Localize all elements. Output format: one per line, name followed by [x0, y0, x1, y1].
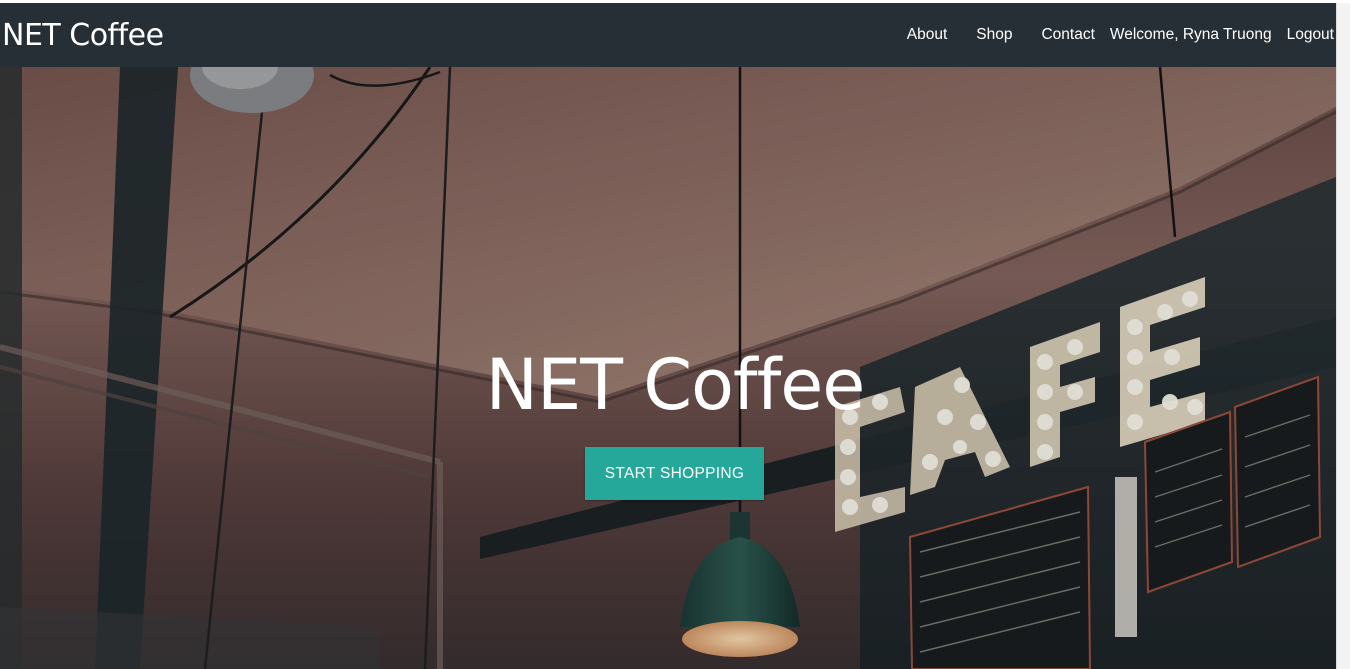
nav-link-welcome-user[interactable]: Welcome, Ryna Truong: [1110, 3, 1272, 67]
nav-link-shop[interactable]: Shop: [976, 3, 1012, 67]
start-shopping-button[interactable]: START SHOPPING: [585, 447, 764, 500]
nav-link-about[interactable]: About: [907, 3, 948, 67]
page: NET Coffee About Shop Contact Welcome, R…: [0, 0, 1350, 669]
navbar: NET Coffee About Shop Contact Welcome, R…: [0, 3, 1336, 67]
nav-link-logout[interactable]: Logout: [1287, 3, 1334, 67]
nav-links: About Shop Contact Welcome, Ryna Truong …: [907, 3, 1334, 67]
brand-logo-link[interactable]: NET Coffee: [2, 17, 164, 55]
page-scrollbar[interactable]: [1336, 3, 1350, 669]
hero-section: NET Coffee START SHOPPING: [0, 67, 1336, 669]
nav-link-contact[interactable]: Contact: [1041, 3, 1094, 67]
hero-title: NET Coffee: [485, 344, 866, 426]
